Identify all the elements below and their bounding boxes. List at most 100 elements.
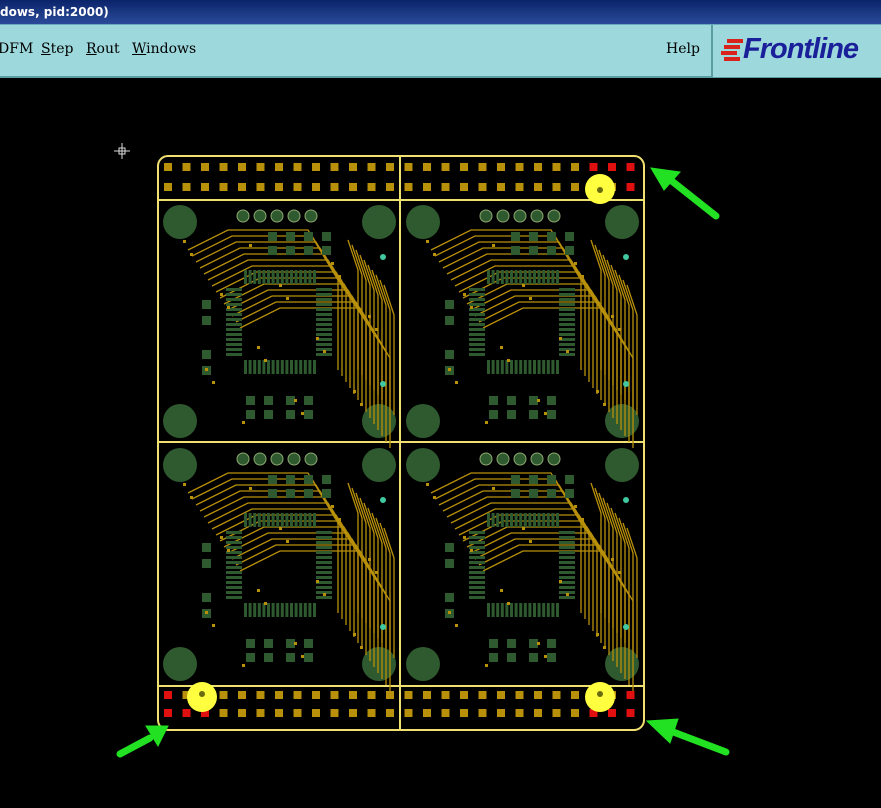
- via: [463, 536, 466, 539]
- ic-pin: [559, 531, 575, 534]
- rail-pad: [238, 183, 246, 191]
- via: [249, 487, 252, 490]
- ic-pin: [271, 513, 275, 527]
- smd-pad: [547, 410, 556, 419]
- ic-pin: [299, 603, 303, 617]
- pcb-panel-graphic[interactable]: [0, 78, 881, 804]
- ic-pin: [546, 513, 550, 527]
- ic-pin: [308, 603, 312, 617]
- smd-pad: [489, 653, 498, 662]
- smd-pad: [547, 246, 556, 255]
- ic-pin: [226, 323, 242, 326]
- rail-pad: [423, 163, 431, 171]
- smd-pad: [304, 246, 313, 255]
- ic-pin: [542, 603, 546, 617]
- rail-pad: [275, 183, 283, 191]
- via: [220, 536, 223, 539]
- rail-pad: [515, 709, 524, 717]
- via: [212, 624, 215, 627]
- via: [368, 558, 371, 561]
- ic-pin: [519, 513, 523, 527]
- via: [618, 571, 621, 574]
- header-pad: [270, 209, 284, 223]
- ic-pin: [469, 338, 485, 341]
- menu-help[interactable]: Help: [666, 41, 700, 57]
- menu-step[interactable]: Step: [41, 41, 73, 57]
- via: [544, 412, 547, 415]
- header-pad: [304, 209, 318, 223]
- smd-pad: [489, 410, 498, 419]
- via: [500, 589, 503, 592]
- rail-pad: [423, 691, 431, 699]
- fiducial-bottom-left: [187, 682, 217, 712]
- via: [603, 403, 606, 406]
- smd-pad: [507, 653, 516, 662]
- ic-pin: [528, 603, 532, 617]
- test-point: [380, 624, 386, 630]
- rail-pad: [201, 183, 209, 191]
- via: [544, 655, 547, 658]
- ic-pin: [542, 513, 546, 527]
- rail-pad: [386, 163, 394, 171]
- ic-pin: [487, 603, 490, 617]
- frontline-logo-text: Frontline: [743, 33, 859, 65]
- via: [433, 253, 436, 256]
- rail-pad: [256, 709, 265, 717]
- header-pad: [253, 452, 267, 466]
- ic-pin: [556, 513, 559, 527]
- via: [323, 350, 326, 353]
- ic-pin: [280, 603, 284, 617]
- rail-pad: [404, 163, 413, 171]
- ic-pin: [559, 576, 575, 579]
- menu-rout[interactable]: Rout: [86, 41, 120, 57]
- smd-pad: [511, 246, 520, 255]
- via: [212, 381, 215, 384]
- menu-windows[interactable]: Windows: [132, 41, 196, 57]
- mounting-hole: [605, 404, 639, 438]
- ic-pin: [316, 561, 332, 564]
- test-point: [380, 497, 386, 503]
- header-pad: [513, 209, 527, 223]
- ic-pin: [280, 270, 284, 284]
- ic-pin: [299, 270, 303, 284]
- via: [581, 518, 584, 521]
- test-point: [623, 381, 629, 387]
- rail-pad: [349, 163, 357, 171]
- smd-pad: [246, 410, 255, 419]
- rail-pad: [608, 163, 616, 171]
- ic-pin: [546, 603, 550, 617]
- rail-pad: [404, 709, 413, 717]
- test-point: [380, 254, 386, 260]
- ic-pin: [559, 556, 575, 559]
- via: [618, 328, 621, 331]
- ic-pin: [537, 270, 541, 284]
- smd-pad: [445, 350, 454, 359]
- smd-pad: [286, 475, 295, 484]
- rail-pad: [626, 183, 635, 191]
- ic-pin: [559, 303, 575, 306]
- ic-pin: [533, 270, 536, 284]
- rail-pad: [182, 163, 191, 171]
- via: [529, 540, 532, 543]
- ic-pin: [469, 581, 485, 584]
- ic-pin: [226, 303, 242, 306]
- rail-pad: [478, 691, 487, 699]
- header-pad: [496, 452, 510, 466]
- smd-pad: [286, 232, 295, 241]
- ic-pin: [559, 308, 575, 311]
- ic-pin: [313, 603, 316, 617]
- ic-pin: [276, 270, 280, 284]
- menu-rout-label: out: [96, 41, 120, 57]
- menu-dfm[interactable]: DFM: [0, 41, 33, 57]
- pcb-view-canvas[interactable]: [0, 78, 881, 804]
- ic-pin: [316, 551, 332, 554]
- arrow-bottom-left-icon: [116, 725, 169, 758]
- rail-pad: [534, 163, 542, 171]
- ic-pin: [316, 303, 332, 306]
- rail-pad: [571, 183, 579, 191]
- smd-pad: [202, 543, 211, 552]
- ic-pin: [308, 360, 312, 374]
- ic-pin: [313, 270, 316, 284]
- window-title-bar: dows, pid:2000): [0, 0, 881, 24]
- smd-pad: [202, 300, 211, 309]
